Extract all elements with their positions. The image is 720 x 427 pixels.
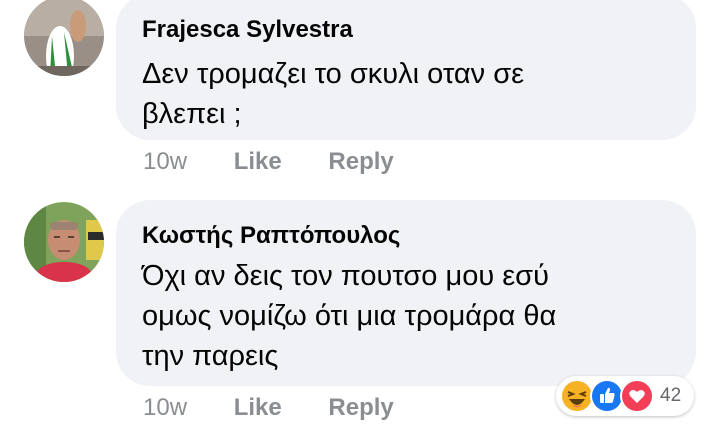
comment-line: την παρεις <box>142 340 279 372</box>
avatar[interactable] <box>24 202 104 282</box>
profile-photo-icon <box>24 202 104 282</box>
comment-line: Όχι αν δεις τον πουτσο μου εσύ <box>142 260 549 292</box>
comment-author[interactable]: Κωστής Ραπτόπουλος <box>142 222 400 250</box>
comment-actions: 10w Like Reply <box>143 394 394 422</box>
like-button[interactable]: Like <box>234 394 282 422</box>
comment-2: Κωστής Ραπτόπουλος Όχι αν δεις τον πουτσ… <box>0 0 720 427</box>
comment-text: Όχι αν δεις τον πουτσο μου εσύ ομως νομί… <box>142 256 556 376</box>
timestamp[interactable]: 10w <box>143 394 187 422</box>
love-icon <box>620 379 654 413</box>
haha-icon <box>560 379 594 413</box>
like-icon <box>590 379 624 413</box>
reply-button[interactable]: Reply <box>328 394 393 422</box>
reaction-count: 42 <box>660 385 682 406</box>
comment-line: ομως νομίζω ότι μια τρομάρα θα <box>142 300 557 332</box>
reaction-summary[interactable]: 42 <box>556 376 694 416</box>
